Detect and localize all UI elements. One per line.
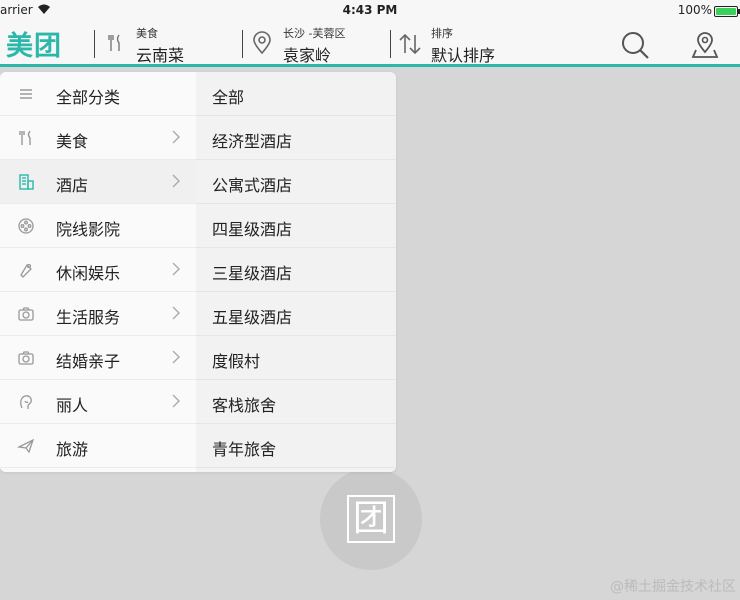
subcategory-item[interactable]: 全部: [196, 72, 396, 116]
category-dropdown: 全部分类美食酒店院线影院休闲娱乐生活服务结婚亲子丽人旅游 全部经济型酒店公寓式酒…: [0, 72, 396, 472]
category-item[interactable]: 院线影院: [0, 204, 196, 248]
category-item-label: 院线影院: [56, 220, 121, 239]
divider: [242, 30, 243, 58]
subcategory-item[interactable]: 客栈旅舍: [196, 380, 396, 424]
utensils-icon: [17, 129, 35, 147]
chevron-right-icon: [171, 349, 181, 369]
location-filter-value: 袁家岭: [283, 46, 332, 65]
beauty-icon: [17, 393, 35, 411]
subcategory-item-label: 公寓式酒店: [212, 176, 293, 195]
status-bar: arrier 4:43 PM 100%: [0, 0, 740, 20]
category-item-label: 生活服务: [56, 308, 121, 327]
status-time: 4:43 PM: [342, 3, 398, 17]
top-navbar: 美团 美食 云南菜 长沙 -芙蓉区 袁家岭 排序 默认排序: [0, 20, 740, 67]
subcategory-item[interactable]: 公寓式酒店: [196, 160, 396, 204]
category-filter-caption: 美食: [136, 27, 158, 40]
location-pin-icon: [251, 31, 273, 59]
category-item[interactable]: 丽人: [0, 380, 196, 424]
subcategory-list: 全部经济型酒店公寓式酒店四星级酒店三星级酒店五星级酒店度假村客栈旅舍青年旅舍: [196, 72, 396, 472]
category-list: 全部分类美食酒店院线影院休闲娱乐生活服务结婚亲子丽人旅游: [0, 72, 196, 472]
chevron-right-icon: [171, 173, 181, 193]
chevron-right-icon: [171, 129, 181, 149]
category-item-label: 休闲娱乐: [56, 264, 121, 283]
subcategory-item-label: 全部: [212, 88, 245, 107]
plane-icon: [16, 437, 35, 455]
meituan-logo[interactable]: 美团: [6, 24, 62, 63]
category-item-label: 丽人: [56, 396, 89, 415]
subcategory-item-label: 青年旅舍: [212, 440, 277, 459]
leisure-icon: [17, 261, 35, 279]
category-item[interactable]: 结婚亲子: [0, 336, 196, 380]
sort-filter-value: 默认排序: [431, 46, 496, 65]
sort-filter-button[interactable]: 排序 默认排序: [396, 20, 536, 65]
category-item[interactable]: 旅游: [0, 424, 196, 468]
sort-arrows-icon: [398, 33, 422, 59]
watermark: @稀土掘金技术社区: [610, 579, 736, 595]
subcategory-item[interactable]: 度假村: [196, 336, 396, 380]
divider: [94, 30, 95, 58]
location-filter-button[interactable]: 长沙 -芙蓉区 袁家岭: [248, 20, 388, 65]
list-icon: [17, 85, 35, 103]
category-item[interactable]: 美食: [0, 116, 196, 160]
category-item-label: 结婚亲子: [56, 352, 121, 371]
building-icon: [17, 173, 35, 191]
subcategory-item[interactable]: 四星级酒店: [196, 204, 396, 248]
category-item-label: 旅游: [56, 440, 89, 459]
location-filter-caption: 长沙 -芙蓉区: [283, 27, 346, 40]
category-item[interactable]: 酒店: [0, 160, 196, 204]
subcategory-item-label: 度假村: [212, 352, 261, 371]
subcategory-item[interactable]: 青年旅舍: [196, 424, 396, 468]
subcategory-item[interactable]: 五星级酒店: [196, 292, 396, 336]
subcategory-item-label: 三星级酒店: [212, 264, 293, 283]
category-item[interactable]: 全部分类: [0, 72, 196, 116]
category-item[interactable]: 休闲娱乐: [0, 248, 196, 292]
map-icon[interactable]: [690, 30, 720, 64]
camera-icon: [17, 349, 35, 367]
subcategory-item[interactable]: 三星级酒店: [196, 248, 396, 292]
category-item[interactable]: 生活服务: [0, 292, 196, 336]
subcategory-item-label: 四星级酒店: [212, 220, 293, 239]
subcategory-item-label: 五星级酒店: [212, 308, 293, 327]
subcategory-item-label: 客栈旅舍: [212, 396, 277, 415]
divider: [390, 30, 391, 58]
category-item-label: 酒店: [56, 176, 89, 195]
category-filter-button[interactable]: 美食 云南菜: [100, 20, 240, 65]
subcategory-item[interactable]: 经济型酒店: [196, 116, 396, 160]
chevron-right-icon: [171, 305, 181, 325]
chevron-right-icon: [171, 261, 181, 281]
subcategory-item-label: 经济型酒店: [212, 132, 293, 151]
placeholder-logo-glyph: 团: [347, 495, 395, 543]
category-item-label: 全部分类: [56, 88, 121, 107]
chevron-right-icon: [171, 393, 181, 413]
sort-filter-caption: 排序: [431, 27, 453, 40]
film-reel-icon: [17, 217, 35, 235]
utensils-icon: [108, 34, 122, 56]
category-item-label: 美食: [56, 132, 89, 151]
category-filter-value: 云南菜: [136, 46, 185, 65]
battery-percent: 100%: [677, 3, 712, 17]
placeholder-logo: 团: [320, 468, 422, 570]
camera-icon: [17, 305, 35, 323]
battery-icon: [714, 6, 740, 17]
search-icon[interactable]: [620, 30, 650, 64]
